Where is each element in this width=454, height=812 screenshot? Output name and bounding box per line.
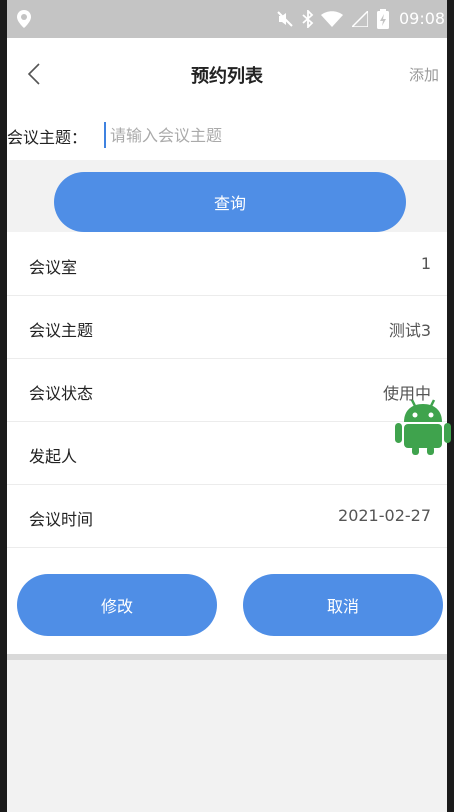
bluetooth-icon <box>302 10 314 28</box>
mute-icon <box>277 11 293 27</box>
detail-row-status: 会议状态 使用中 <box>7 358 447 422</box>
cancel-button[interactable]: 取消 <box>243 574 443 636</box>
detail-key: 会议主题 <box>29 321 94 340</box>
app-screen: 09:08 预约列表 添加 会议主题： 查询 会议室 1 会议主题 测试3 会议… <box>7 0 447 812</box>
edit-button[interactable]: 修改 <box>17 574 217 636</box>
detail-value: 2021-02-27 <box>338 506 431 525</box>
detail-value: 1 <box>420 254 431 273</box>
detail-key: 发起人 <box>29 447 78 466</box>
android-robot-icon[interactable] <box>392 394 454 456</box>
detail-row-room: 会议室 1 <box>7 232 447 296</box>
query-button[interactable]: 查询 <box>54 172 406 232</box>
detail-key: 会议室 <box>29 258 78 277</box>
signal-icon <box>352 11 368 27</box>
detail-row-topic: 会议主题 测试3 <box>7 295 447 359</box>
wifi-icon <box>321 11 343 27</box>
battery-charging-icon <box>377 9 389 29</box>
status-bar: 09:08 <box>7 0 447 38</box>
search-row: 会议主题： <box>7 110 447 160</box>
search-input[interactable] <box>104 122 440 148</box>
detail-key: 会议状态 <box>29 384 94 403</box>
nav-bar: 预约列表 添加 <box>7 38 447 110</box>
section-divider <box>7 654 447 660</box>
add-button[interactable]: 添加 <box>409 64 439 85</box>
detail-key: 会议时间 <box>29 510 94 529</box>
page-title: 预约列表 <box>191 66 263 87</box>
detail-row-time: 会议时间 2021-02-27 <box>7 484 447 548</box>
detail-value: 测试3 <box>388 321 431 340</box>
detail-row-initiator: 发起人 <box>7 421 447 485</box>
location-pin-icon <box>17 10 31 28</box>
search-label: 会议主题： <box>7 128 88 147</box>
status-time: 09:08 <box>399 9 446 28</box>
